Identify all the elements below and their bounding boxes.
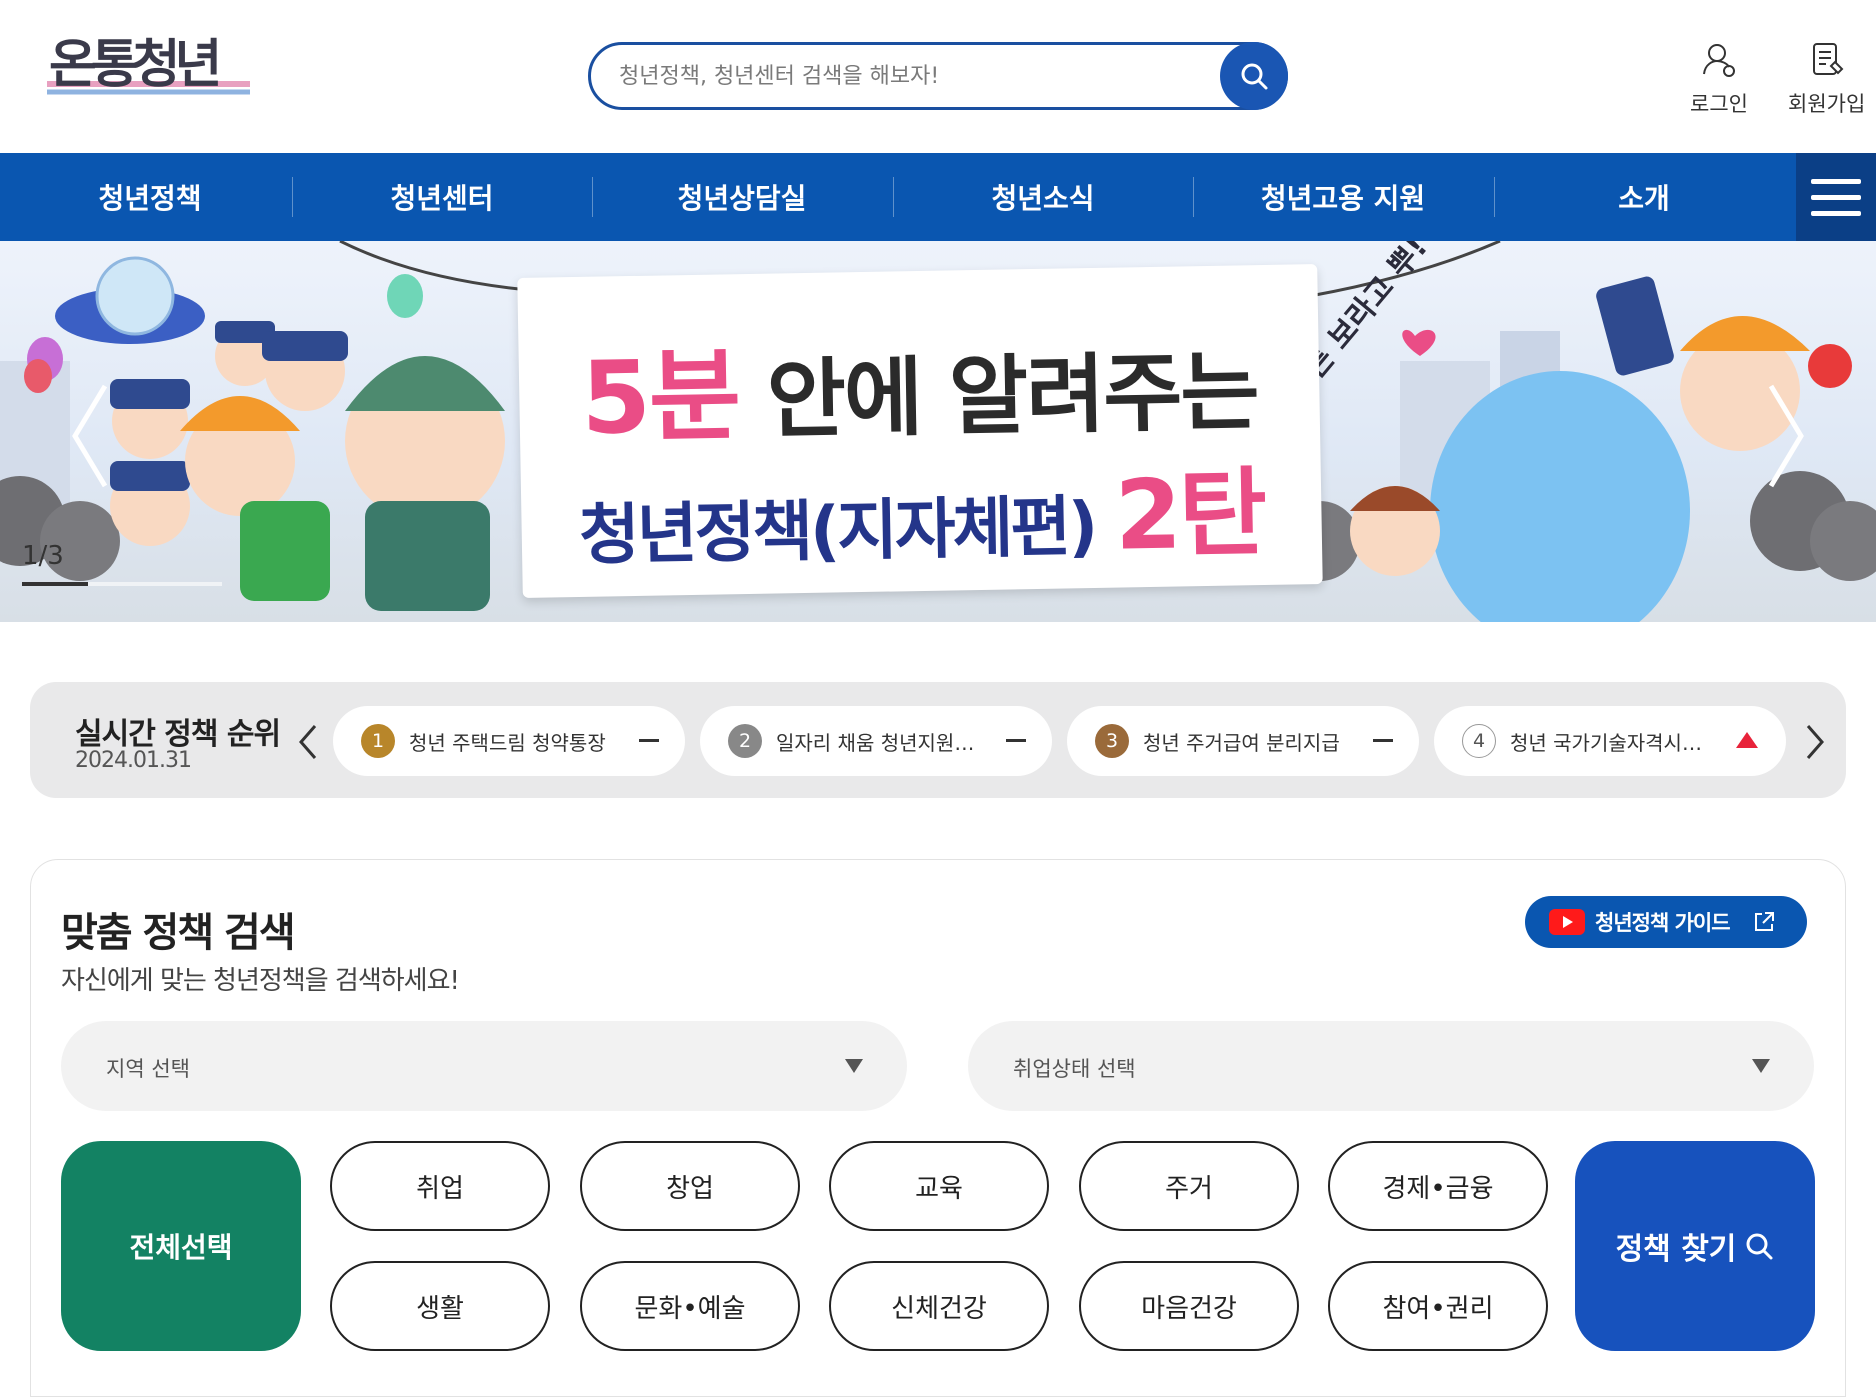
nav-item-news[interactable]: 청년소식 — [893, 153, 1193, 241]
banner-headline-2: 청년정책(지자체편) 2탄 — [578, 457, 1266, 574]
rank-same-icon — [1373, 739, 1393, 742]
user-icon — [1702, 44, 1735, 77]
nav-item-about[interactable]: 소개 — [1494, 153, 1794, 241]
join-label: 회원가입 — [1788, 92, 1866, 116]
banner-page-counter: 1/3 — [22, 541, 64, 571]
hamburger-menu-button[interactable] — [1796, 153, 1876, 241]
caret-down-icon — [845, 1059, 863, 1073]
chevron-right-icon — [1806, 725, 1824, 759]
category-physical-health[interactable]: 신체건강 — [829, 1261, 1049, 1351]
site-logo[interactable]: 온통청년 — [45, 22, 255, 120]
category-participation-rights[interactable]: 참여•권리 — [1328, 1261, 1548, 1351]
youtube-icon — [1549, 909, 1585, 935]
rank-number-badge: 2 — [728, 724, 762, 758]
realtime-policy-ranking: 실시간 정책 순위 2024.01.31 1 청년 주택드림 청약통장 2 일자… — [30, 682, 1846, 798]
external-link-icon — [1754, 912, 1774, 931]
rank-same-icon — [1006, 739, 1026, 742]
banner-next-button[interactable] — [1761, 381, 1811, 491]
join-button[interactable]: 회원가입 — [1788, 40, 1865, 118]
banner-progress-fill — [22, 582, 88, 586]
hamburger-icon-bar — [1811, 210, 1861, 216]
employment-status-select[interactable]: 취업상태 선택 — [968, 1021, 1814, 1111]
logo-text: 온통청년 — [49, 35, 219, 95]
ranking-item-1[interactable]: 1 청년 주택드림 청약통장 — [333, 706, 685, 776]
category-startup[interactable]: 창업 — [580, 1141, 800, 1231]
employment-select-label: 취업상태 선택 — [1013, 1057, 1136, 1081]
search-icon — [1241, 63, 1268, 90]
category-culture-arts[interactable]: 문화•예술 — [580, 1261, 800, 1351]
search-icon — [1746, 1233, 1773, 1260]
chevron-right-icon — [1768, 384, 1804, 488]
custom-policy-search: 맞춤 정책 검색 자신에게 맞는 청년정책을 검색하세요! 청년정책 가이드 지… — [30, 859, 1846, 1397]
region-select[interactable]: 지역 선택 — [61, 1021, 907, 1111]
ranking-next-button[interactable] — [1800, 722, 1830, 762]
policy-guide-button[interactable]: 청년정책 가이드 — [1525, 896, 1807, 948]
site-header: 온통청년 로그인 회원가입 — [0, 0, 1876, 153]
select-all-button[interactable]: 전체선택 — [61, 1141, 301, 1351]
rank-number-badge: 4 — [1462, 724, 1496, 758]
region-select-label: 지역 선택 — [106, 1057, 190, 1081]
nav-item-policy[interactable]: 청년정책 — [0, 153, 300, 241]
category-mental-health[interactable]: 마음건강 — [1079, 1261, 1299, 1351]
rank-policy-name: 일자리 채움 청년지원… — [776, 730, 975, 755]
banner-progress-bar — [22, 582, 222, 586]
chevron-left-icon — [72, 384, 108, 488]
hero-banner[interactable]: 얼른 보라고 뿌! 5분 안에 알려주는 청년정책(지자체편) 2탄 1/3 — [0, 241, 1876, 622]
category-housing[interactable]: 주거 — [1079, 1141, 1299, 1231]
custom-search-title: 맞춤 정책 검색 — [61, 910, 296, 956]
rank-policy-name: 청년 주택드림 청약통장 — [409, 730, 606, 755]
find-policy-label: 정책 찾기 — [1615, 1232, 1737, 1267]
rank-policy-name: 청년 국가기술자격시… — [1510, 730, 1702, 755]
ranking-item-3[interactable]: 3 청년 주거급여 분리지급 — [1067, 706, 1419, 776]
custom-search-subtitle: 자신에게 맞는 청년정책을 검색하세요! — [61, 966, 460, 996]
search-box — [588, 42, 1288, 110]
category-education[interactable]: 교육 — [829, 1141, 1049, 1231]
category-economy-finance[interactable]: 경제•금융 — [1328, 1141, 1548, 1231]
nav-item-center[interactable]: 청년센터 — [292, 153, 592, 241]
hamburger-icon-bar — [1811, 194, 1861, 200]
caret-down-icon — [1752, 1059, 1770, 1073]
chevron-left-icon — [299, 725, 317, 759]
banner-prev-button[interactable] — [65, 381, 115, 491]
ranking-title: 실시간 정책 순위 — [75, 717, 281, 752]
login-button[interactable]: 로그인 — [1690, 40, 1748, 118]
category-employment[interactable]: 취업 — [330, 1141, 550, 1231]
document-icon — [1812, 43, 1844, 75]
ranking-prev-button[interactable] — [293, 722, 323, 762]
nav-item-employment[interactable]: 청년고용 지원 — [1193, 153, 1493, 241]
rank-number-badge: 3 — [1095, 724, 1129, 758]
search-input[interactable] — [619, 57, 1179, 95]
ranking-date: 2024.01.31 — [75, 748, 192, 773]
search-button[interactable] — [1220, 42, 1288, 110]
login-label: 로그인 — [1690, 92, 1748, 116]
banner-sign-board: 5분 안에 알려주는 청년정책(지자체편) 2탄 — [517, 264, 1323, 598]
rank-policy-name: 청년 주거급여 분리지급 — [1143, 730, 1340, 755]
category-living[interactable]: 생활 — [330, 1261, 550, 1351]
hamburger-icon-bar — [1811, 178, 1861, 184]
rank-same-icon — [639, 739, 659, 742]
rank-up-icon — [1736, 732, 1758, 748]
find-policy-button[interactable]: 정책 찾기 — [1575, 1141, 1815, 1351]
main-navigation: 청년정책 청년센터 청년상담실 청년소식 청년고용 지원 소개 — [0, 153, 1876, 241]
ranking-item-2[interactable]: 2 일자리 채움 청년지원… — [700, 706, 1052, 776]
nav-item-counseling[interactable]: 청년상담실 — [592, 153, 892, 241]
rank-number-badge: 1 — [361, 724, 395, 758]
ranking-item-4[interactable]: 4 청년 국가기술자격시… — [1434, 706, 1786, 776]
policy-guide-label: 청년정책 가이드 — [1595, 911, 1731, 935]
